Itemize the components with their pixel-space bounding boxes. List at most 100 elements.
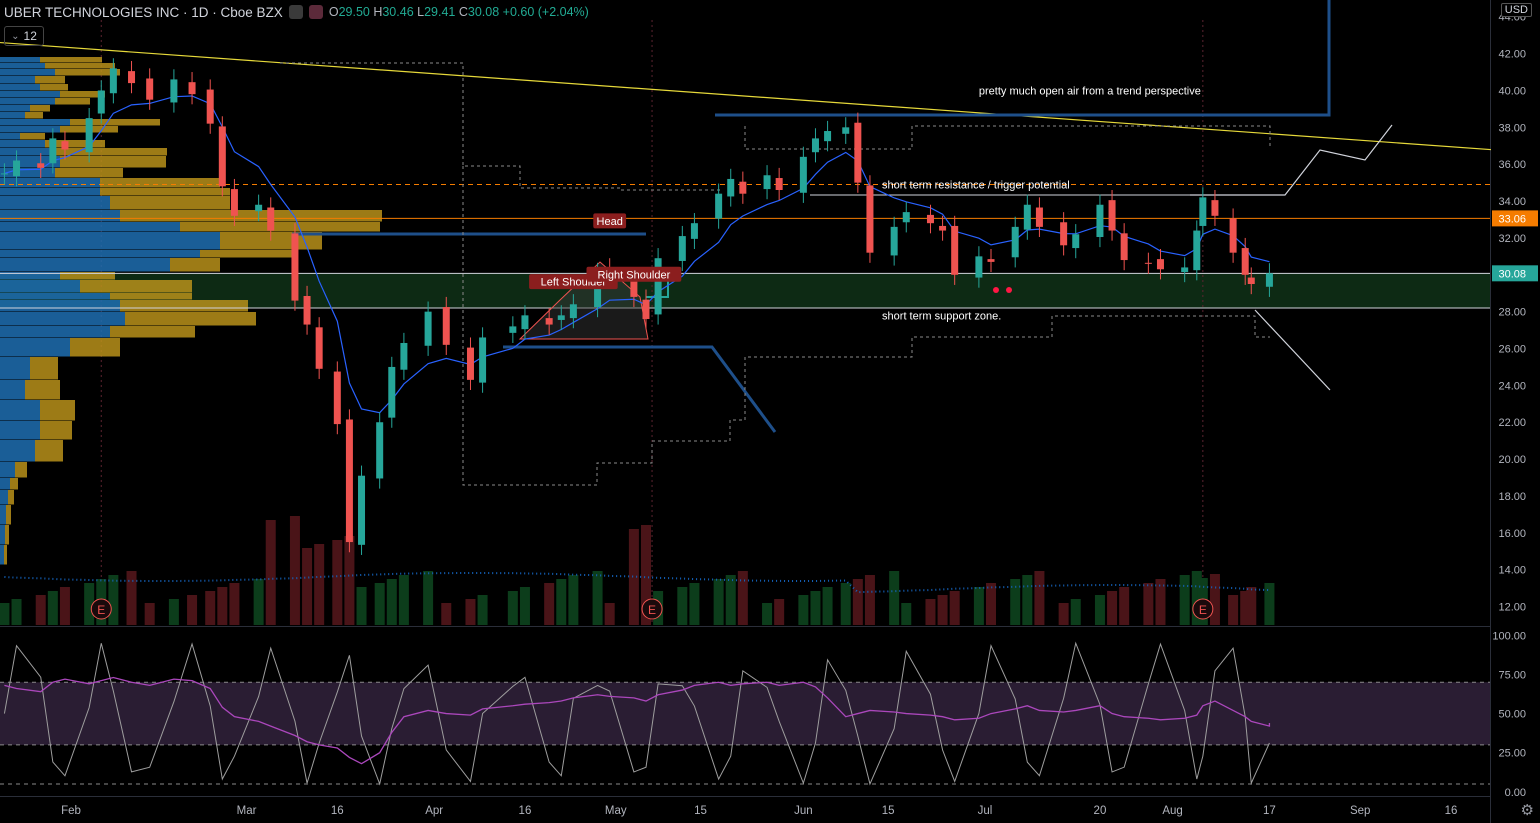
price-tick-label: 24.00 (1498, 380, 1526, 392)
price-tick-label: 14.00 (1498, 565, 1526, 577)
volume-profile-bar (0, 258, 170, 272)
candle-body (521, 315, 529, 330)
time-tick-label: Aug (1162, 805, 1182, 817)
volume-bar (1107, 591, 1118, 625)
price-tick-label: 18.00 (1498, 491, 1526, 503)
volume-profile-bar (55, 98, 90, 105)
stock-chart[interactable]: E E EHeadLeft ShoulderRight Shoulderpretty… (0, 0, 1540, 823)
gear-icon[interactable]: ⚙ (1521, 801, 1534, 819)
candle-body (811, 138, 819, 153)
volume-profile-bar (100, 178, 220, 188)
price-tick-label: 42.00 (1498, 49, 1526, 61)
candle-body (345, 419, 353, 543)
high-value: 30.46 (382, 5, 414, 19)
volume-bar (713, 579, 724, 625)
volume-bar (386, 579, 397, 625)
annotation-text: short term resistance / trigger potentia… (882, 179, 1070, 191)
volume-profile-bar (125, 312, 256, 326)
candle-body (1011, 226, 1019, 258)
candle-body (1247, 277, 1255, 285)
price-tick-label: 38.00 (1498, 122, 1526, 134)
last-price-label: 30.08 (1498, 268, 1526, 280)
time-tick-label: Jun (794, 805, 813, 817)
volume-profile-bar (0, 98, 55, 105)
price-tick-label: 28.00 (1498, 307, 1526, 319)
volume-profile-bar (0, 91, 60, 98)
candle-body (1060, 222, 1068, 246)
price-tick-label: 12.00 (1498, 602, 1526, 614)
candle-body (690, 223, 698, 239)
candle-body (376, 422, 384, 479)
market-status-icon[interactable] (288, 5, 303, 19)
candle-body (442, 307, 450, 345)
volume-bar (217, 587, 228, 625)
rsi-tick-label: 75.00 (1498, 669, 1526, 681)
ohlc-values: O29.50 H30.46 L29.41 C30.08 +0.60 (+2.04… (329, 5, 589, 19)
candle-body (1241, 248, 1249, 275)
volume-bar (604, 603, 615, 625)
volume-profile-bar (40, 400, 75, 421)
open-label: O (328, 5, 339, 19)
volume-profile-bar (0, 84, 40, 91)
volume-profile-bar (30, 357, 58, 380)
candle-body (1096, 204, 1104, 238)
volume-profile-bar (0, 380, 25, 400)
volume-bar (187, 595, 198, 625)
volume-profile-bar (0, 232, 220, 250)
earnings-label: E (1199, 603, 1207, 617)
candle-body (1108, 200, 1116, 231)
volume-bar (1209, 574, 1220, 625)
candle-body (987, 259, 995, 262)
candle-body (1035, 207, 1043, 227)
volume-profile-bar (0, 462, 15, 478)
volume-profile-bar (0, 210, 120, 222)
price-tick-label: 22.00 (1498, 417, 1526, 429)
candle-body (951, 225, 959, 275)
volume-bar (840, 583, 851, 625)
volume-profile-bar (0, 178, 100, 188)
candle-body (315, 327, 323, 369)
rsi-tick-label: 0.00 (1505, 787, 1526, 799)
price-tick-label: 16.00 (1498, 528, 1526, 540)
volume-bar (314, 544, 325, 625)
volume-profile-bar (0, 126, 60, 133)
candle-body (678, 236, 686, 261)
candle-body (358, 475, 366, 545)
volume-bar (35, 595, 46, 625)
candle-body (109, 68, 117, 94)
candle-body (1211, 200, 1219, 216)
candle-body (1199, 197, 1207, 226)
candle-body (230, 189, 238, 216)
price-tick-label: 34.00 (1498, 196, 1526, 208)
volume-profile-bar (35, 440, 63, 462)
signal-dot (993, 287, 999, 293)
currency-label[interactable]: USD (1500, 3, 1532, 17)
candle-body (37, 163, 45, 168)
time-tick-label: 16 (519, 805, 532, 817)
symbol-title[interactable]: UBER TECHNOLOGIES INC · 1D · Cboe BZX (4, 5, 283, 20)
volume-profile-bar (80, 280, 192, 293)
dividends-icon[interactable] (308, 5, 323, 19)
candle-body (218, 126, 226, 187)
candle-body (854, 122, 862, 183)
volume-profile-bar (180, 222, 380, 232)
volume-bar (0, 603, 10, 625)
candle-body (128, 71, 136, 84)
volume-bar (1264, 583, 1275, 625)
candle-body (0, 173, 8, 175)
volume-profile-bar (0, 300, 120, 312)
volume-bar (810, 591, 821, 625)
ma-indicator-legend[interactable]: ⌄ 12 (4, 26, 44, 46)
volume-profile-bar (0, 188, 100, 196)
volume-bar (937, 595, 948, 625)
open-value: 29.50 (338, 5, 370, 19)
volume-bar (302, 548, 313, 625)
volume-profile-bar (4, 545, 7, 565)
volume-profile-bar (0, 338, 70, 357)
volume-profile-bar (0, 421, 40, 440)
volume-profile-bar (55, 168, 123, 178)
candle-body (509, 326, 517, 333)
volume-profile-bar (0, 222, 180, 232)
price-tick-label: 40.00 (1498, 85, 1526, 97)
volume-bar (1119, 587, 1130, 625)
